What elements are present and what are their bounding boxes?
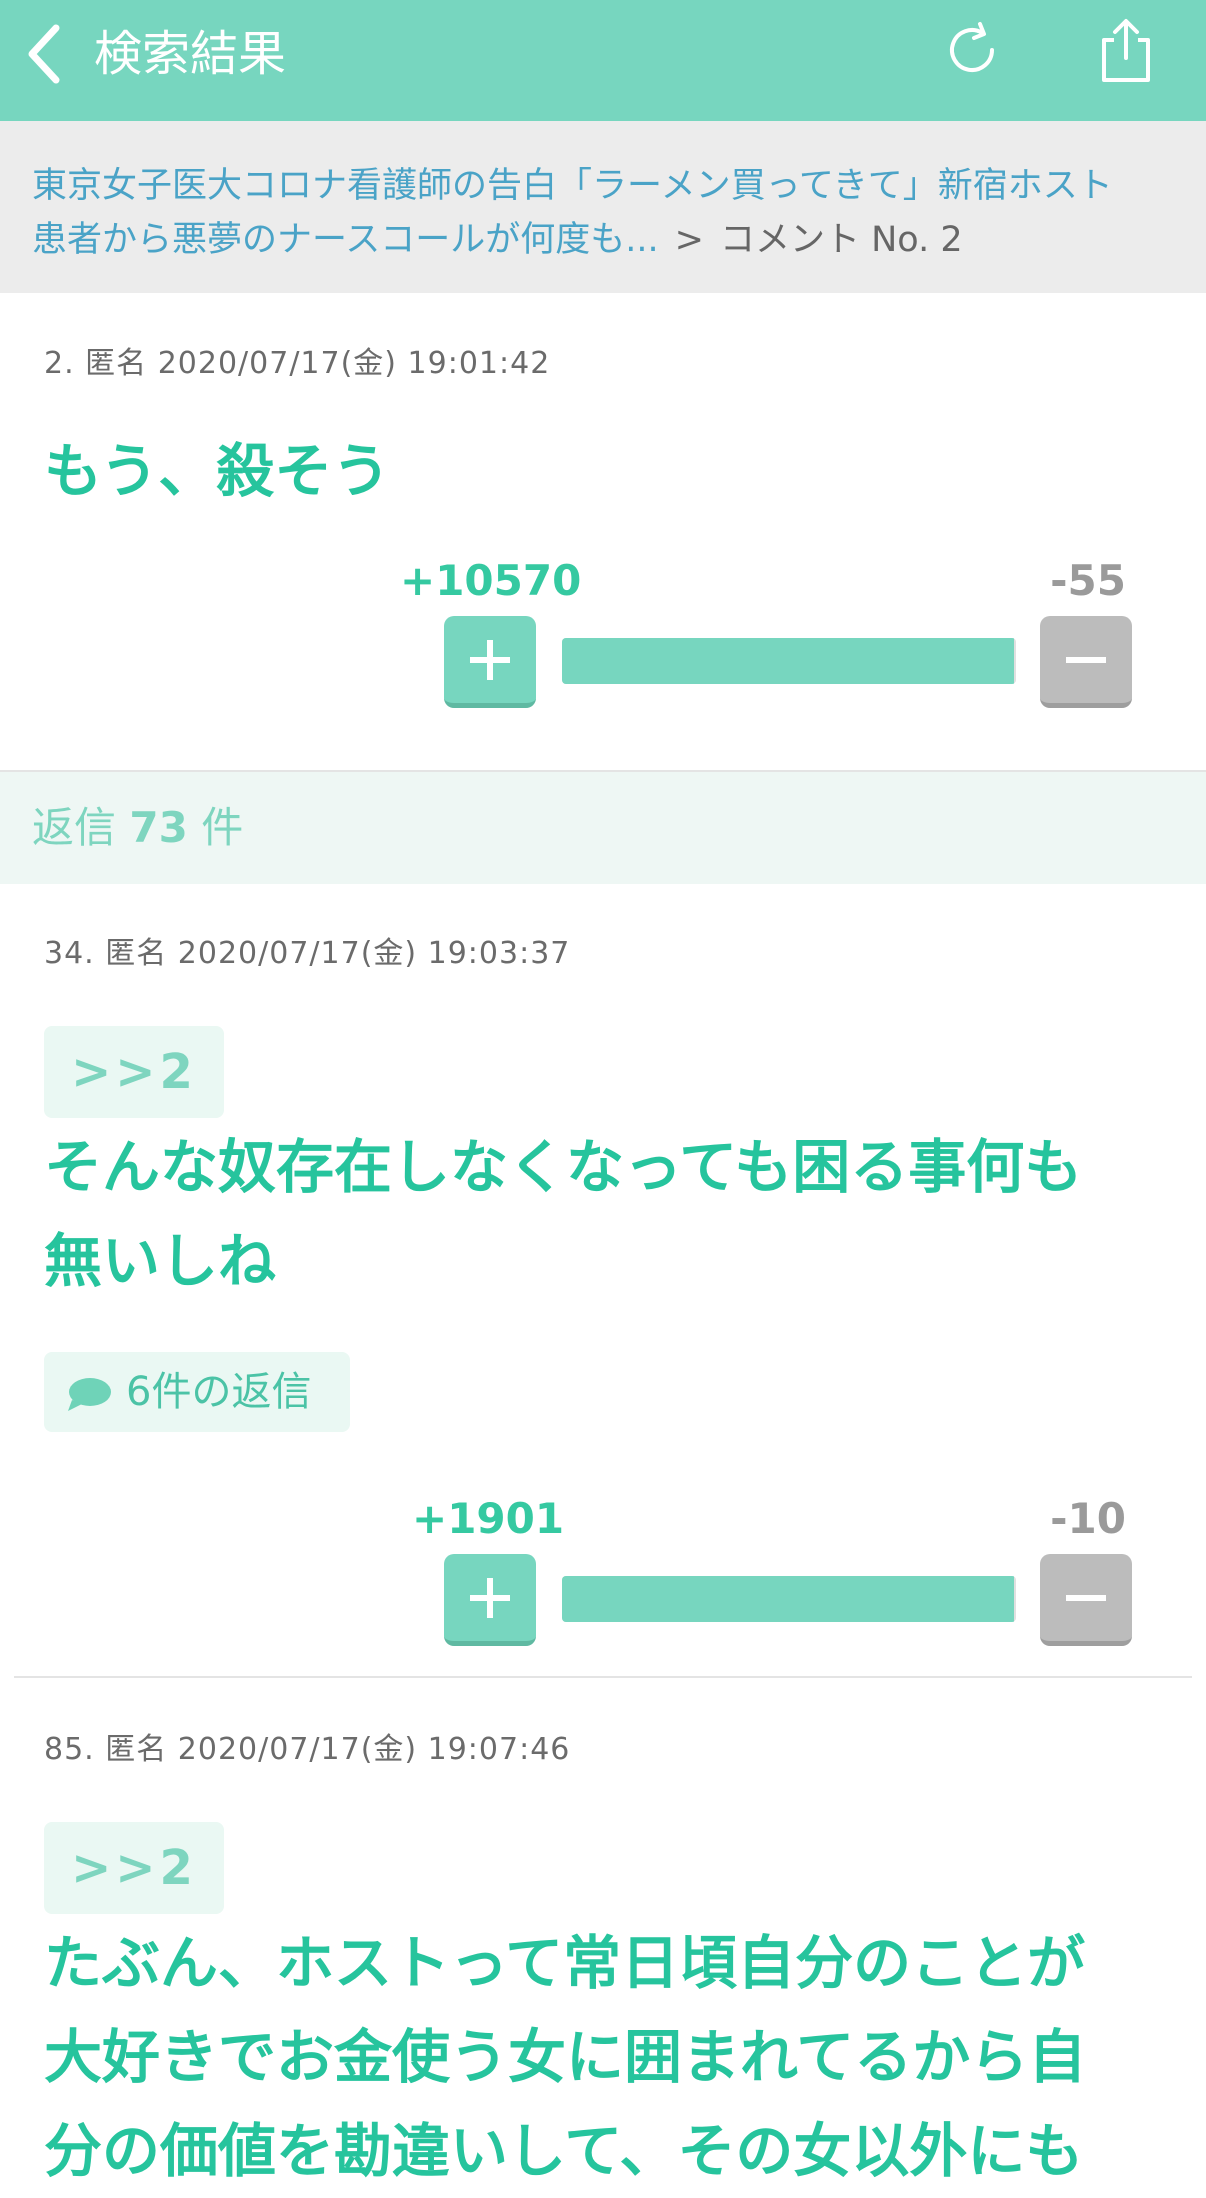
comment-meta: 2. 匿名 2020/07/17(金) 19:01:42 — [44, 346, 551, 381]
breadcrumb: 東京女子医大コロナ看護師の告白「ラーメン買ってきて」新宿ホスト 患者から悪夢のナ… — [0, 121, 1206, 293]
plus-vote-count: +10570 — [400, 556, 582, 605]
top-app-bar: 検索結果 — [0, 0, 1206, 121]
minus-vote-button[interactable] — [1040, 616, 1132, 708]
minus-vote-count: -55 — [1050, 556, 1126, 605]
breadcrumb-article-link-line1[interactable]: 東京女子医大コロナ看護師の告白「ラーメン買ってきて」新宿ホスト — [32, 159, 1176, 213]
breadcrumb-separator: > — [674, 220, 704, 260]
vote-ratio-fill — [562, 638, 1014, 684]
plus-vote-count: +1901 — [412, 1494, 565, 1543]
minus-icon — [1066, 657, 1106, 663]
replies-header: 返信 73 件 — [0, 772, 1206, 884]
refresh-icon[interactable] — [944, 20, 1004, 80]
view-replies-label: 6件の返信 — [126, 1369, 312, 1415]
reply-body-line: 大好きでお金使う女に囲まれてるから自 — [44, 2023, 1087, 2091]
replies-prefix: 返信 — [32, 803, 117, 852]
reply-body-line: そんな奴存在しなくなっても困る事何も — [44, 1133, 1083, 1201]
plus-icon — [470, 640, 510, 680]
plus-vote-button[interactable] — [444, 1554, 536, 1646]
divider — [14, 1676, 1192, 1678]
reply-body: たぶん、ホストって常日頃自分のことが 大好きでお金使う女に囲まれてるから自 分の… — [44, 1916, 1174, 2198]
speech-bubble-icon — [68, 1378, 111, 1411]
minus-icon — [1066, 1595, 1106, 1601]
plus-icon — [470, 1578, 510, 1618]
minus-vote-button[interactable] — [1040, 1554, 1132, 1646]
reply-meta: 85. 匿名 2020/07/17(金) 19:07:46 — [44, 1732, 571, 1767]
minus-vote-count: -10 — [1050, 1494, 1126, 1543]
breadcrumb-article-link-line2[interactable]: 患者から悪夢のナースコールが何度も... — [32, 220, 659, 260]
vote-ratio-bar — [562, 1576, 1016, 1622]
replies-count: 73 — [129, 803, 188, 852]
back-chevron-icon[interactable] — [24, 22, 64, 86]
vote-ratio-fill — [562, 1576, 1014, 1622]
reply-body-line: 分の価値を勘違いして、その女以外にも — [44, 2117, 1084, 2185]
breadcrumb-current: コメント No. 2 — [719, 220, 963, 260]
page-title: 検索結果 — [94, 26, 287, 82]
reply-body-line: 無いしね — [44, 1227, 277, 1295]
plus-vote-button[interactable] — [444, 616, 536, 708]
quote-anchor[interactable]: >>2 — [44, 1026, 224, 1118]
replies-suffix: 件 — [201, 803, 244, 852]
share-icon[interactable] — [1096, 16, 1156, 86]
comment-body: もう、殺そう — [44, 437, 391, 505]
view-replies-button[interactable]: 6件の返信 — [44, 1352, 350, 1432]
reply-body: そんな奴存在しなくなっても困る事何も 無いしね — [44, 1120, 1174, 1308]
vote-ratio-bar — [562, 638, 1016, 684]
reply-meta: 34. 匿名 2020/07/17(金) 19:03:37 — [44, 936, 571, 971]
quote-anchor[interactable]: >>2 — [44, 1822, 224, 1914]
reply-body-line: たぶん、ホストって常日頃自分のことが — [44, 1929, 1086, 1997]
